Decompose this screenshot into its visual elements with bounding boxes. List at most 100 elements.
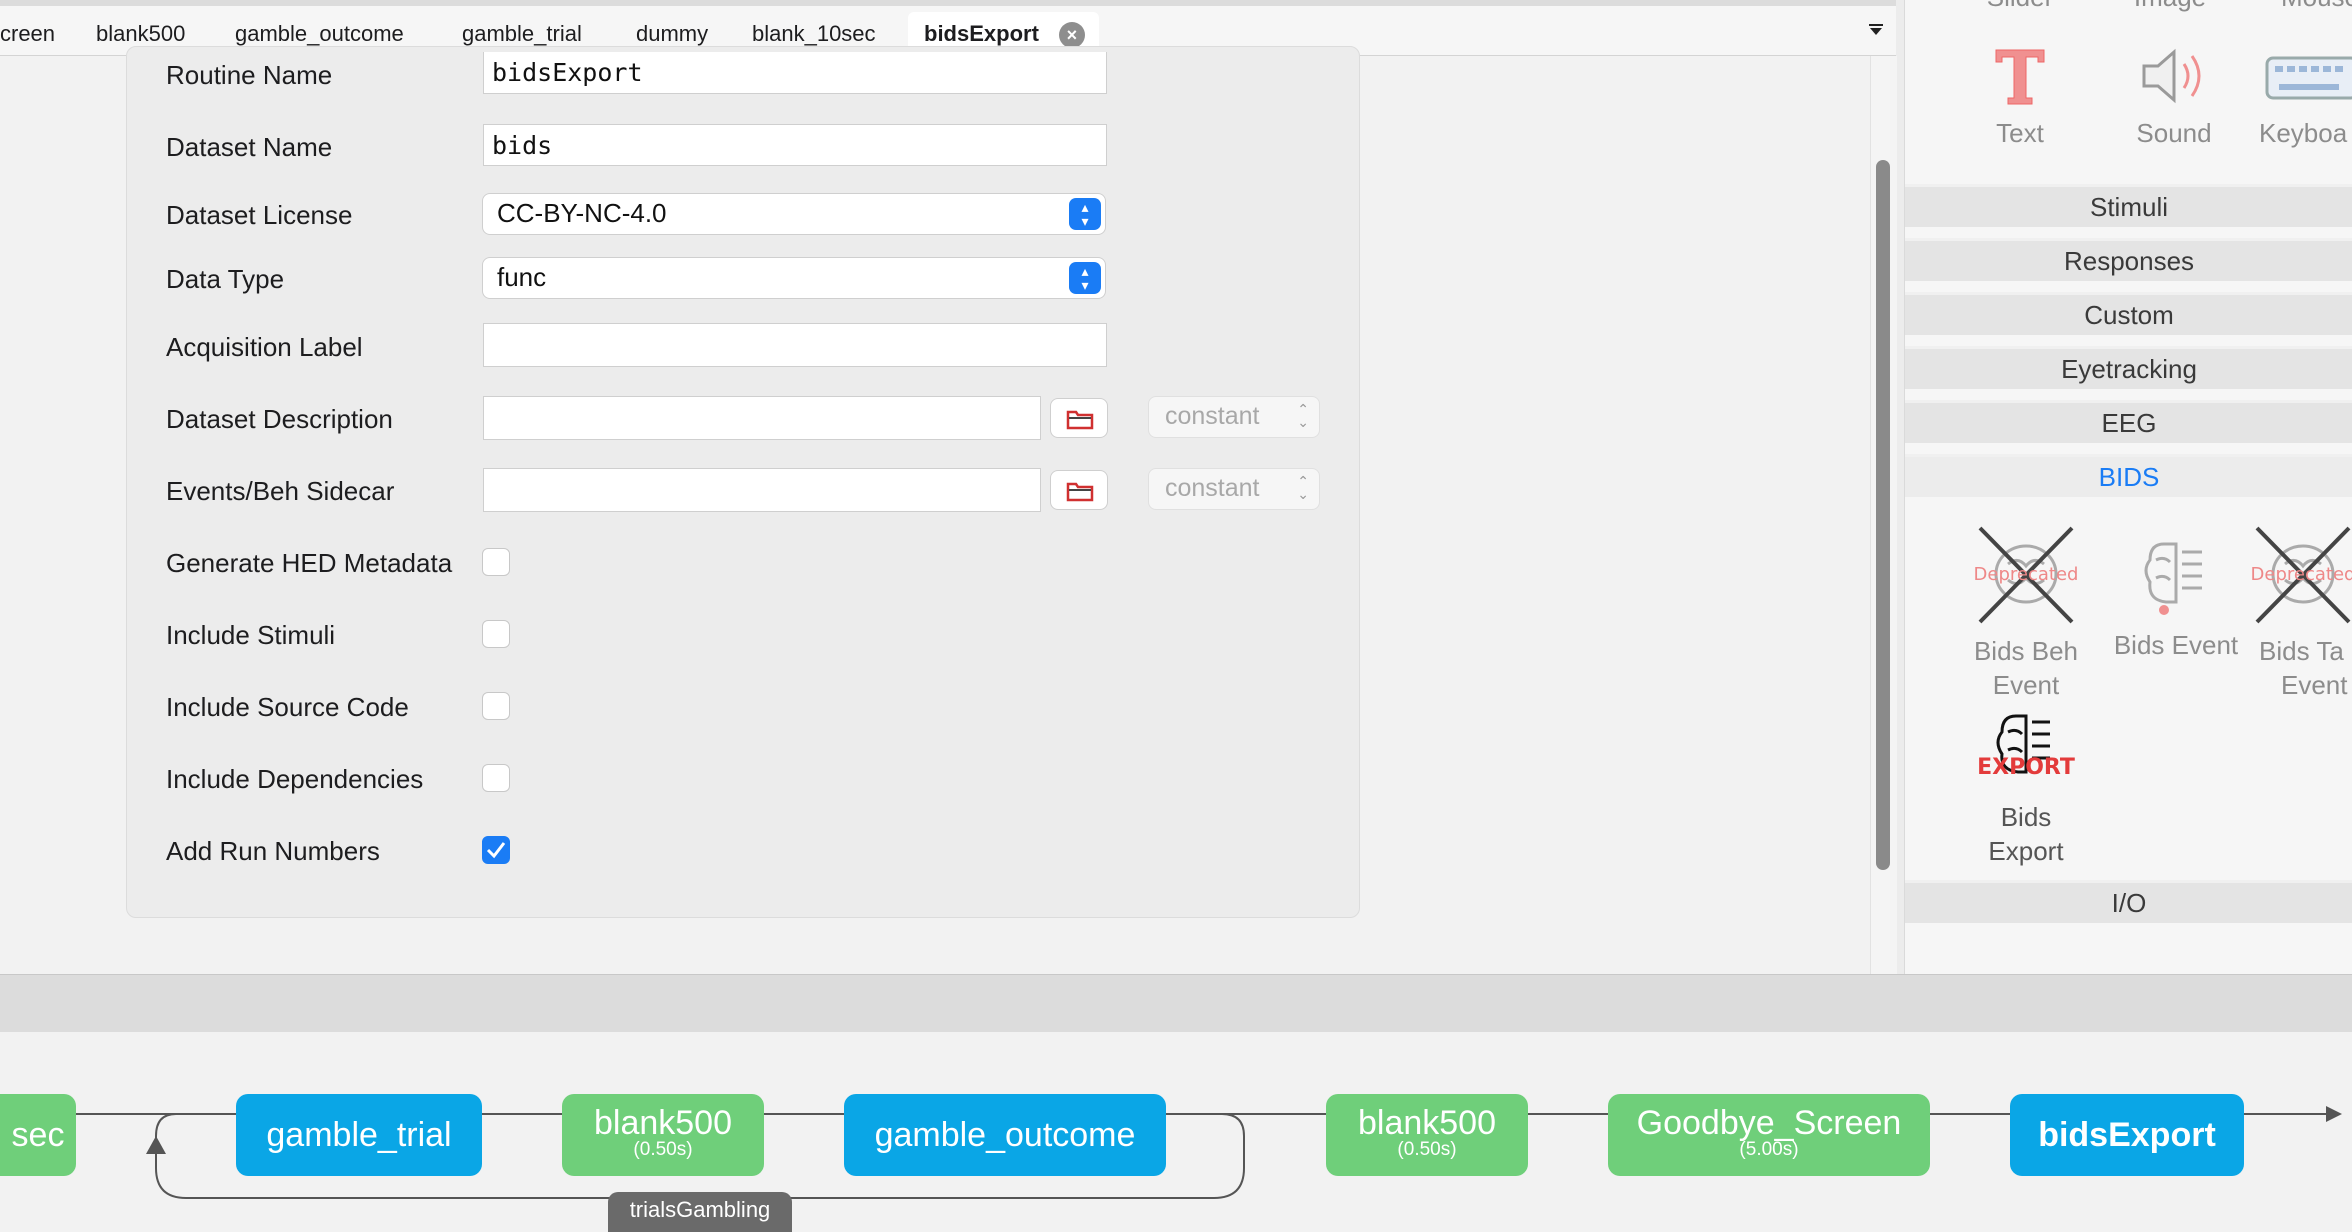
routine-duration: (0.50s) — [633, 1139, 693, 1160]
component-label-line1: Bids Beh — [1973, 636, 2079, 666]
include-dependencies-checkbox[interactable] — [482, 764, 510, 792]
routine-duration: (5.00s) — [1739, 1139, 1799, 1160]
dataset-license-select[interactable]: CC-BY-NC-4.0 ▴ ▾ — [482, 193, 1106, 235]
routine-name-label: Routine Name — [166, 60, 333, 90]
routine-name: sec — [11, 1116, 65, 1154]
include-dependencies-label: Include Dependencies — [166, 764, 424, 794]
deprecated-brain-icon: Deprecated — [2251, 526, 2352, 624]
editor-scrollbar-thumb[interactable] — [1876, 160, 1890, 870]
updown-arrows-icon: ⌃ ⌄ — [1297, 473, 1309, 502]
component-slider-label: Slider — [1965, 0, 2075, 14]
folder-icon — [1066, 482, 1094, 502]
component-bids-export[interactable]: EXPORT Bids Export — [1951, 702, 2101, 868]
routine-name: gamble_outcome — [874, 1116, 1136, 1154]
text-icon — [1995, 49, 2045, 105]
brain-export-icon: EXPORT — [1977, 714, 2075, 780]
chevron-down-icon[interactable] — [1868, 20, 1884, 43]
dataset-description-field[interactable] — [483, 396, 1041, 440]
tab-goodbye-screen[interactable]: creen — [0, 12, 55, 56]
include-stimuli-checkbox[interactable] — [482, 620, 510, 648]
dataset-license-label: Dataset License — [166, 200, 353, 230]
flow-panel: sec gamble_trial blank500 (0.50s) gamble… — [0, 1032, 2352, 1232]
dataset-name-field[interactable]: bids — [483, 124, 1107, 166]
close-tab-icon[interactable]: × — [1058, 22, 1085, 49]
generate-hed-checkbox[interactable] — [482, 548, 510, 576]
include-source-code-checkbox[interactable] — [482, 692, 510, 720]
routine-name: gamble_trial — [266, 1116, 452, 1154]
category-eyetracking[interactable]: Eyetracking — [1905, 346, 2352, 389]
component-label-line1: Bids Ta — [2259, 636, 2344, 666]
select-arrows-icon: ▴ ▾ — [1069, 262, 1101, 294]
browse-folder-button[interactable] — [1050, 470, 1108, 510]
routine-name: blank500 — [593, 1104, 732, 1142]
component-keyboard[interactable]: Keyboa — [2259, 44, 2352, 150]
checkmark-icon — [486, 842, 506, 859]
component-bids-task-event[interactable]: Deprecated Bids Ta Event — [2251, 524, 2352, 702]
valtype-label: constant — [1165, 402, 1260, 430]
folder-icon — [1066, 410, 1094, 430]
component-image-label: Image — [2115, 0, 2225, 14]
data-type-label: Data Type — [166, 264, 285, 294]
data-type-value: func — [497, 262, 547, 292]
export-overlay-text: EXPORT — [1977, 755, 2075, 780]
routine-node[interactable]: gamble_trial — [236, 1094, 482, 1176]
routine-node[interactable]: blank500 (0.50s) — [1326, 1094, 1528, 1176]
tab-label: bidsExport — [924, 21, 1039, 46]
component-bids-event[interactable]: Bids Event — [2101, 530, 2251, 662]
component-label: Keyboa — [2259, 118, 2348, 148]
acquisition-label-field[interactable] — [483, 323, 1107, 367]
deprecated-brain-icon: Deprecated — [1974, 526, 2078, 624]
routine-node[interactable]: gamble_outcome — [844, 1094, 1166, 1176]
category-eeg[interactable]: EEG — [1905, 400, 2352, 443]
routine-node[interactable]: blank500 (0.50s) — [562, 1094, 764, 1176]
category-responses[interactable]: Responses — [1905, 238, 2352, 281]
events-sidecar-valtype: constant ⌃ ⌄ — [1148, 468, 1320, 510]
routine-duration: (0.50s) — [1397, 1139, 1457, 1160]
updown-arrows-icon: ⌃ ⌄ — [1297, 401, 1309, 430]
component-label: Sound — [2136, 118, 2212, 148]
keyboard-icon — [2265, 56, 2352, 100]
category-custom[interactable]: Custom — [1905, 292, 2352, 335]
browse-folder-button[interactable] — [1050, 398, 1108, 438]
dataset-description-label: Dataset Description — [166, 404, 393, 434]
acquisition-label-label: Acquisition Label — [166, 332, 363, 362]
component-label-line2: Event — [2281, 670, 2348, 700]
category-io[interactable]: I/O — [1905, 880, 2352, 923]
routine-node[interactable]: bidsExport — [2010, 1094, 2244, 1176]
events-sidecar-field[interactable] — [483, 468, 1041, 512]
component-label-line2: Event — [1992, 670, 2060, 700]
component-label-line2: Export — [1988, 836, 2064, 866]
events-sidecar-label: Events/Beh Sidecar — [166, 476, 395, 506]
component-label: Text — [1996, 118, 2044, 148]
component-mouse-label: Mouse — [2265, 0, 2352, 14]
add-run-numbers-label: Add Run Numbers — [166, 836, 380, 866]
component-bids-beh-event[interactable]: Deprecated Bids Beh Event — [1951, 524, 2101, 702]
routine-name: Goodbye_Screen — [1636, 1104, 1902, 1142]
component-label-line1: Bids Event — [2113, 630, 2239, 660]
routine-name: bidsExport — [2038, 1116, 2216, 1154]
component-text[interactable]: Text — [1960, 44, 2080, 150]
routine-name-field[interactable]: bidsExport — [483, 52, 1107, 94]
include-stimuli-label: Include Stimuli — [166, 620, 336, 650]
add-run-numbers-checkbox[interactable] — [482, 836, 510, 864]
dataset-license-value: CC-BY-NC-4.0 — [497, 198, 667, 228]
component-sound[interactable]: Sound — [2109, 44, 2239, 150]
loop-label[interactable]: trialsGambling — [608, 1192, 792, 1232]
dataset-name-label: Dataset Name — [166, 132, 333, 162]
routine-name: blank500 — [1357, 1104, 1496, 1142]
routine-node[interactable]: Goodbye_Screen (5.00s) — [1608, 1094, 1930, 1176]
speaker-icon — [2142, 48, 2201, 104]
data-type-select[interactable]: func ▴ ▾ — [482, 257, 1106, 299]
routine-node[interactable]: sec — [0, 1094, 76, 1176]
deprecated-overlay-text: Deprecated — [2251, 564, 2352, 585]
category-bids[interactable]: BIDS — [1905, 454, 2352, 497]
category-stimuli[interactable]: Stimuli — [1905, 184, 2352, 227]
dataset-description-valtype: constant ⌃ ⌄ — [1148, 396, 1320, 438]
include-source-code-label: Include Source Code — [166, 692, 409, 722]
select-arrows-icon: ▴ ▾ — [1069, 198, 1101, 230]
generate-hed-label: Generate HED Metadata — [166, 548, 453, 578]
component-label-line1: Bids — [2000, 802, 2052, 832]
brain-checklist-icon — [2144, 542, 2202, 615]
valtype-label: constant — [1165, 474, 1260, 502]
components-panel: Slider Image Mouse Text Sound Keyboa Sti… — [1904, 0, 2352, 974]
